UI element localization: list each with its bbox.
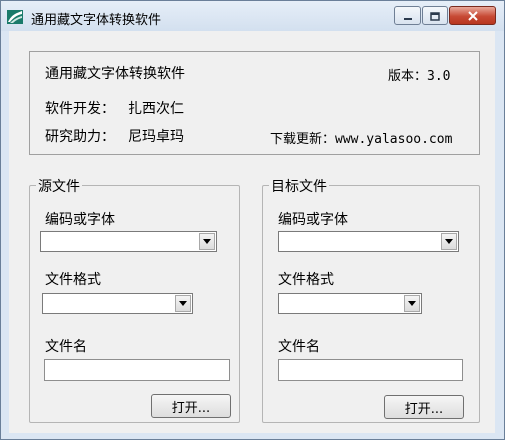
target-file-group: 目标文件 编码或字体 文件格式 文件名 打开... [262, 176, 480, 423]
target-filename-input[interactable] [278, 359, 463, 381]
window-title: 通用藏文字体转换软件 [31, 13, 162, 28]
source-format-label: 文件格式 [45, 272, 101, 288]
source-filename-label: 文件名 [45, 339, 87, 355]
assistant-label: 研究助力： [45, 129, 115, 145]
minimize-button[interactable] [394, 6, 421, 25]
info-panel: 通用藏文字体转换软件 版本：3.0 软件开发： 扎西次仁 研究助力： 尼玛卓玛 … [29, 51, 480, 155]
source-open-button[interactable]: 打开... [151, 394, 231, 418]
client-area: 通用藏文字体转换软件 版本：3.0 软件开发： 扎西次仁 研究助力： 尼玛卓玛 … [9, 31, 495, 433]
source-encoding-label: 编码或字体 [45, 212, 115, 228]
maximize-icon [430, 6, 440, 25]
source-file-group: 源文件 编码或字体 文件格式 文件名 打开... [29, 176, 240, 423]
chevron-down-icon[interactable] [441, 233, 457, 250]
target-group-title: 目标文件 [269, 176, 329, 196]
chevron-down-icon[interactable] [175, 295, 191, 312]
chevron-down-icon[interactable] [404, 295, 420, 312]
minimize-icon [403, 6, 413, 25]
source-format-select[interactable] [42, 293, 193, 314]
title-bar[interactable]: 通用藏文字体转换软件 [1, 1, 504, 31]
close-icon [467, 6, 479, 25]
version-label: 版本：3.0 [388, 69, 451, 84]
app-logo-icon [7, 9, 23, 24]
target-encoding-select[interactable] [278, 231, 459, 252]
target-format-select[interactable] [278, 293, 422, 314]
close-button[interactable] [449, 6, 496, 25]
assistant-name: 尼玛卓玛 [128, 129, 184, 145]
source-encoding-select[interactable] [40, 231, 217, 252]
target-open-button[interactable]: 打开... [384, 395, 464, 419]
chevron-down-icon[interactable] [199, 233, 215, 250]
maximize-button[interactable] [422, 6, 448, 25]
app-name-label: 通用藏文字体转换软件 [45, 66, 185, 82]
source-group-title: 源文件 [36, 176, 82, 196]
target-format-label: 文件格式 [278, 272, 334, 288]
target-encoding-label: 编码或字体 [278, 212, 348, 228]
target-filename-label: 文件名 [278, 339, 320, 355]
developer-label: 软件开发： [45, 101, 115, 117]
download-link[interactable]: 下载更新：www.yalasoo.com [270, 128, 452, 147]
developer-name: 扎西次仁 [128, 101, 184, 117]
source-filename-input[interactable] [44, 359, 230, 381]
app-window: 通用藏文字体转换软件 通用藏文字体转换软件 版本：3.0 软件开发： 扎西次仁 … [0, 0, 505, 440]
